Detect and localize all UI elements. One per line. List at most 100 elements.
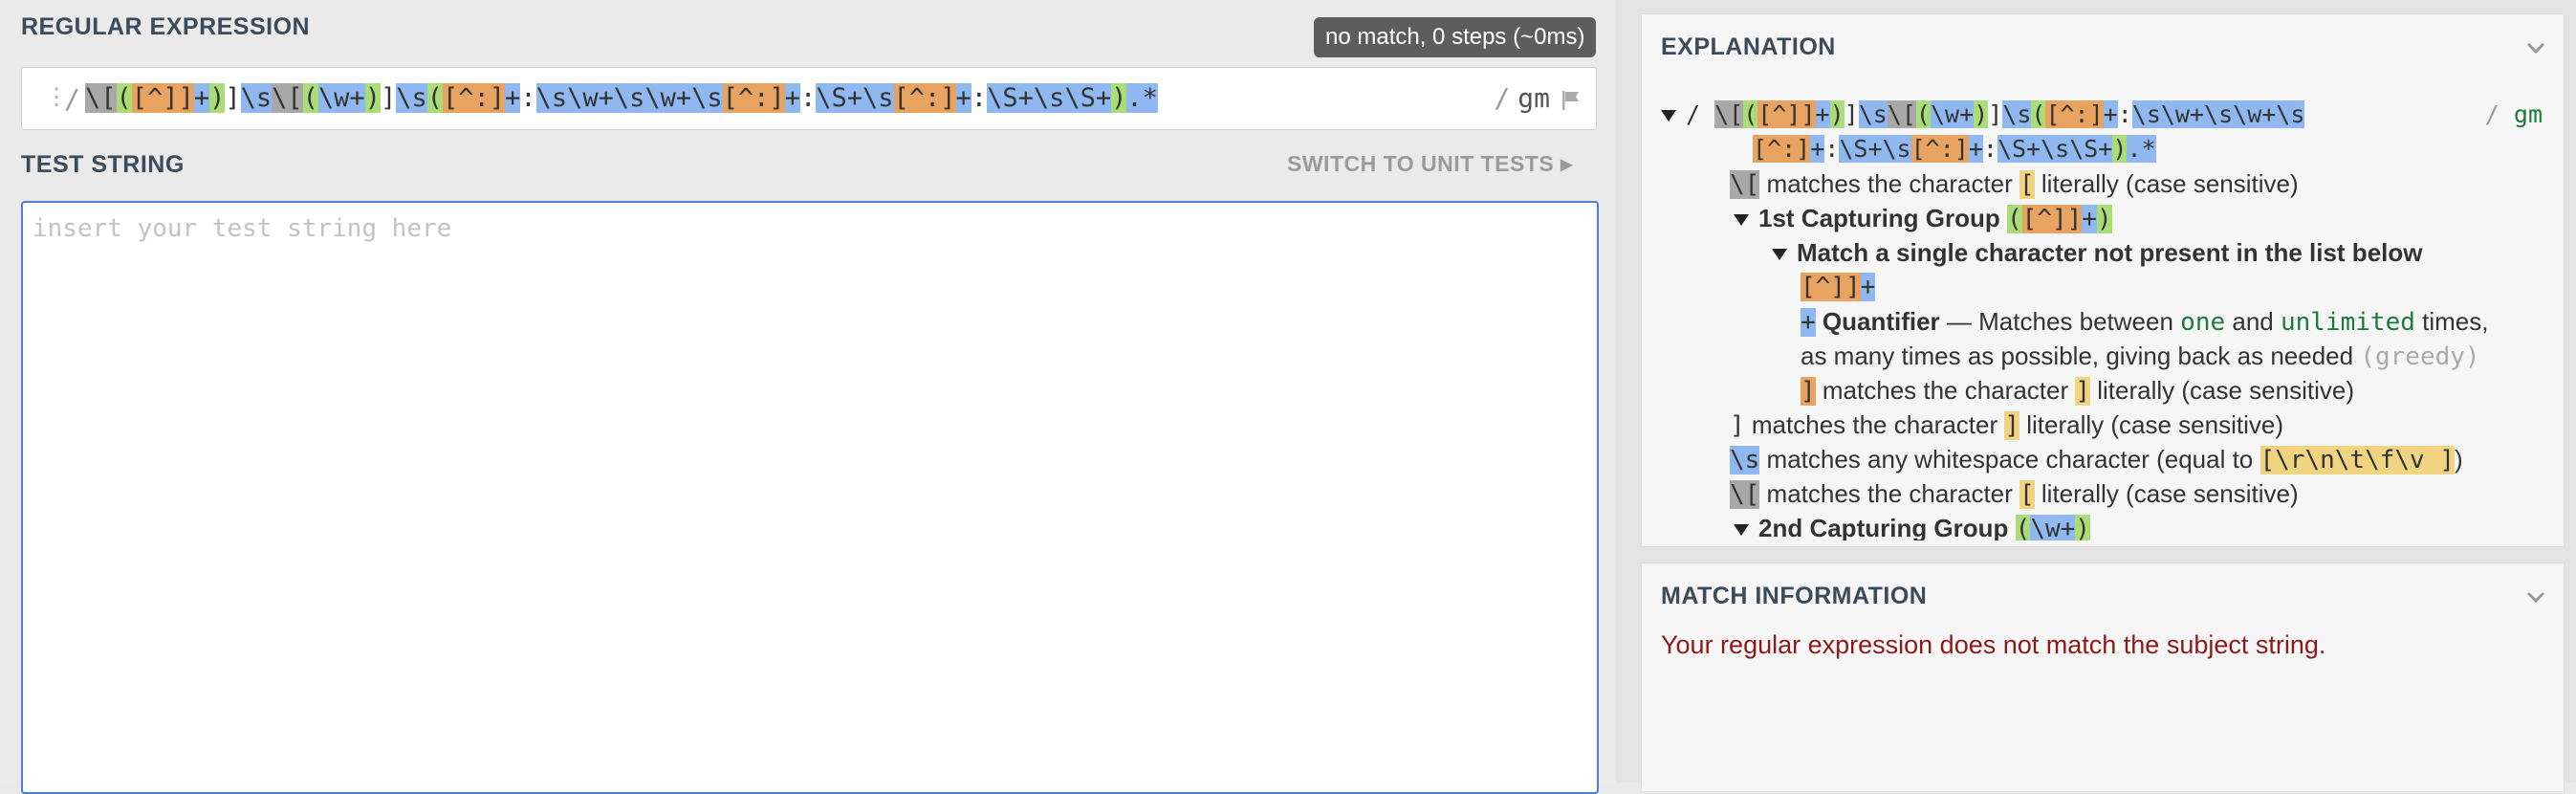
- regex-token: (: [1915, 100, 1931, 128]
- match-information-title[interactable]: MATCH INFORMATION: [1661, 583, 1927, 610]
- quantifier-label: Quantifier: [1822, 307, 1940, 336]
- explanation-quantifier: + Quantifier — Matches between one and u…: [1801, 305, 2488, 339]
- regex-token: [^]: [1757, 100, 1801, 128]
- regex-token: \[: [272, 83, 303, 113]
- regex-token: :: [520, 83, 536, 113]
- token: [^]]: [2021, 205, 2083, 233]
- regex-token: :: [1824, 135, 1840, 163]
- regex-token: ): [1829, 100, 1845, 128]
- regex-token: \S+\s: [816, 83, 894, 113]
- chevron-down-icon[interactable]: [2525, 37, 2546, 58]
- regex-token: (: [1743, 100, 1758, 128]
- explanation-item: \[ matches the character [ literally (ca…: [1730, 167, 2299, 201]
- regex-token: \w+: [317, 83, 365, 113]
- regex-editor-panel: REGULAR EXPRESSION no match, 0 steps (~0…: [0, 0, 1616, 794]
- regex-token: \S+\s\S+: [1997, 135, 2113, 163]
- regex-token: ]: [1988, 100, 2003, 128]
- item-text: literally (case sensitive): [2026, 410, 2283, 439]
- explanation-item: ] matches the character ] literally (cas…: [1730, 408, 2283, 442]
- regex-token: +: [2103, 100, 2118, 128]
- regex-token: [^]: [131, 83, 179, 113]
- explanation-regex-line: / \[([^]]+)]\s\[(\w+)]\s([^:]+:\s\w+\s\w…: [1661, 99, 2305, 131]
- flags-delimiter: /: [2484, 100, 2500, 128]
- literal-token: [\r\n\t\f\v ]: [2259, 446, 2455, 474]
- token: +: [1860, 273, 1876, 301]
- quantifier-min: one: [2180, 308, 2226, 337]
- explanation-regex-part2: [^:]+:\S+\s[^:]+:\S+\s\S+).*: [1753, 135, 2156, 163]
- switch-to-unit-tests-link[interactable]: SWITCH TO UNIT TESTS ▶: [1287, 151, 1573, 177]
- match-information-card: MATCH INFORMATION Your regular expressio…: [1641, 562, 2565, 792]
- sidebar-panel: EXPLANATION / \[([^]]+)]\s\[(\w+)]\s([^:…: [1616, 0, 2576, 792]
- item-text: literally (case sensitive): [2097, 376, 2354, 405]
- regex-token: \s: [1858, 100, 1888, 128]
- regex-token: [^:]: [443, 83, 506, 113]
- regex-token: (: [116, 83, 132, 113]
- explanation-flags: / gm: [2485, 99, 2543, 131]
- regex-token: \[: [85, 83, 117, 113]
- regex-token: (: [2031, 100, 2046, 128]
- explanation-regex-line2: [^:]+:\S+\s[^:]+:\S+\s\S+).*: [1753, 133, 2156, 165]
- explanation-item: \[ matches the character [ literally (ca…: [1730, 477, 2299, 511]
- explanation-quantifier-cont: as many times as possible, giving back a…: [1801, 340, 2480, 373]
- regex-token: [^:]: [2045, 100, 2104, 128]
- regex-token: \S+\s: [1839, 135, 1911, 163]
- regex-token: (: [426, 83, 444, 113]
- regex-token: \S+\s\S+: [987, 83, 1112, 113]
- regex-token: [^:]: [722, 83, 785, 113]
- test-string-title: TEST STRING: [21, 151, 185, 178]
- chevron-down-icon[interactable]: [2525, 586, 2546, 607]
- collapse-triangle-icon[interactable]: [1772, 249, 1787, 261]
- collapse-triangle-icon[interactable]: [1734, 524, 1749, 537]
- regex-token: +: [1815, 100, 1830, 128]
- item-text: — Matches between: [1946, 307, 2173, 336]
- explanation-title[interactable]: EXPLANATION: [1661, 33, 1836, 61]
- collapse-triangle-icon[interactable]: [1661, 110, 1676, 121]
- flags-delimiter: /: [1494, 82, 1511, 114]
- regex-token: ]: [225, 83, 241, 113]
- regex-pattern[interactable]: \[([^]]+)]\s\[(\w+)]\s([^:]+:\s\w+\s\w+\…: [85, 81, 1158, 116]
- token: \[: [1730, 170, 1760, 199]
- regex-token: +: [505, 83, 521, 113]
- regex-token: :: [799, 83, 817, 113]
- regex-token: .*: [2127, 135, 2156, 163]
- test-string-input[interactable]: [23, 203, 1597, 792]
- flag-icon[interactable]: [1560, 89, 1583, 112]
- explanation-tree: / \[([^]]+)]\s\[(\w+)]\s([^:]+:\s\w+\s\w…: [1642, 81, 2564, 540]
- regex-token: \s: [2002, 100, 2032, 128]
- collapse-triangle-icon[interactable]: [1734, 214, 1749, 227]
- charclass-label: Match a single character not present in …: [1797, 238, 2423, 267]
- regex-token: \s\w+\s\w+\s: [2131, 100, 2305, 128]
- item-text: matches the character: [1766, 479, 2013, 508]
- token: +: [1801, 308, 1816, 337]
- regex-token: +: [1968, 135, 1983, 163]
- regex-token: ): [1974, 100, 1989, 128]
- regex-token: +: [193, 83, 210, 113]
- test-string-area[interactable]: [21, 201, 1599, 794]
- item-text: matches the character: [1822, 376, 2069, 405]
- regex-token: +: [955, 83, 971, 113]
- token: (: [2015, 515, 2031, 540]
- regex-token: ]: [1801, 100, 1816, 128]
- literal-token: [: [2019, 480, 2035, 509]
- regex-input[interactable]: ⋮ / \[([^]]+)]\s\[(\w+)]\s([^:]+:\s\w+\s…: [21, 67, 1597, 130]
- item-text: matches any whitespace character (equal …: [1766, 445, 2254, 474]
- regex-flags[interactable]: / gm: [1494, 82, 1550, 114]
- regex-token: ): [209, 83, 226, 113]
- caret-right-icon: ▶: [1561, 157, 1573, 173]
- greedy-label: (greedy): [2360, 342, 2480, 371]
- token: ]: [1730, 411, 1745, 440]
- regex-token: (: [302, 83, 318, 113]
- regex-token: ): [2112, 135, 2128, 163]
- regex-delimiter: /: [1686, 100, 1701, 128]
- regex-token: \s: [240, 83, 273, 113]
- regex-token: .*: [1126, 83, 1158, 113]
- token: ): [2075, 515, 2090, 540]
- explanation-item: \s matches any whitespace character (equ…: [1730, 443, 2463, 476]
- token: [^]]: [1801, 273, 1861, 301]
- regex-token: \s\w+\s\w+\s: [535, 83, 723, 113]
- literal-token: ]: [2075, 377, 2091, 406]
- group-label: 1st Capturing Group: [1758, 204, 2000, 232]
- regex-token: \[: [1887, 100, 1916, 128]
- group-label: 2nd Capturing Group: [1758, 514, 2009, 540]
- regex-token: ]: [1844, 100, 1859, 128]
